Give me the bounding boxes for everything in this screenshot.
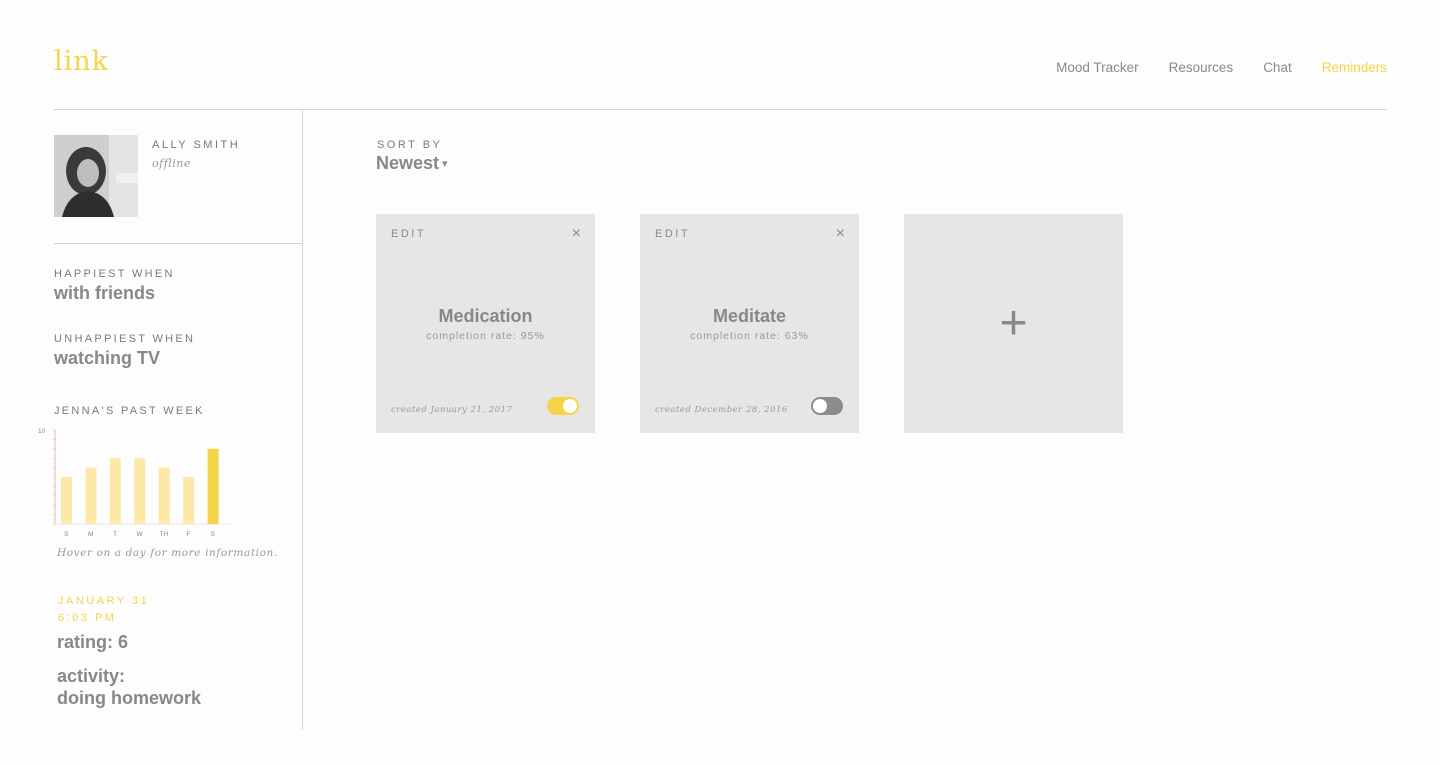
plus-icon: + [999, 297, 1028, 350]
sort-value: Newest [376, 153, 440, 173]
profile-divider [54, 243, 303, 244]
sort-label: SORT BY [377, 139, 443, 151]
nav-chat[interactable]: Chat [1263, 60, 1292, 75]
add-reminder-button[interactable]: + [904, 214, 1123, 433]
chart-bar[interactable] [109, 458, 121, 524]
chart-bar[interactable] [183, 477, 195, 524]
created-date: created January 21, 2017 [391, 405, 513, 415]
completion-rate: completion rate: 63% [690, 330, 809, 342]
sort-dropdown[interactable]: Newest ▾ [376, 153, 448, 174]
reminder-title: Meditate [712, 306, 786, 326]
user-name: ALLY SMITH [152, 139, 241, 151]
detail-rating: rating: 6 [57, 632, 129, 652]
detail-date: JANUARY 31 [58, 595, 150, 607]
close-icon[interactable]: × [836, 225, 845, 243]
chart-bar[interactable] [207, 448, 219, 524]
reminder-card: EDIT × Meditate completion rate: 63% cre… [640, 214, 859, 433]
chart-x-tick-label: F [186, 531, 190, 538]
chart-x-tick-label: S [211, 531, 216, 538]
chart-bar[interactable] [158, 467, 170, 524]
avatar [54, 135, 138, 217]
reminder-title: Medication [438, 306, 533, 326]
nav-reminders[interactable]: Reminders [1322, 60, 1387, 75]
chart-bar[interactable] [85, 467, 97, 524]
chart-x-tick-label: S [64, 531, 69, 538]
detail-datetime: JANUARY 31 6:03 PM [58, 593, 149, 627]
chart-hint: Hover on a day for more information. [57, 547, 278, 559]
reminder-toggle[interactable] [547, 397, 579, 415]
chart-bar[interactable] [61, 477, 72, 524]
user-status: offline [152, 157, 191, 170]
toggle-knob [563, 399, 577, 413]
chart-x-tick-label: T [113, 531, 117, 538]
toggle-knob [813, 399, 827, 413]
unhappiest-label: UNHAPPIEST WHEN [54, 333, 196, 345]
week-mood-chart: 10 S M T W TH F S [38, 428, 231, 538]
nav-resources[interactable]: Resources [1169, 60, 1234, 75]
main-nav: Mood Tracker Resources Chat Reminders [1056, 60, 1387, 75]
detail-activity-value: doing homework [57, 688, 201, 708]
edit-button[interactable]: EDIT [391, 228, 426, 240]
chart-bar[interactable] [134, 458, 146, 524]
close-icon[interactable]: × [572, 225, 581, 243]
nav-mood-tracker[interactable]: Mood Tracker [1056, 60, 1139, 75]
reminder-toggle[interactable] [811, 397, 843, 415]
week-chart-title: JENNA'S PAST WEEK [54, 405, 205, 417]
happiest-value: with friends [54, 283, 156, 303]
reminder-card: EDIT × Medication completion rate: 95% c… [376, 214, 595, 433]
edit-button[interactable]: EDIT [655, 228, 690, 240]
header-divider [54, 109, 1387, 110]
unhappiest-value: watching TV [54, 348, 161, 368]
created-date: created December 28, 2016 [655, 405, 788, 415]
chart-x-tick-label: TH [159, 531, 169, 538]
detail-activity: activity: doing homework [57, 665, 201, 709]
happiest-label: HAPPIEST WHEN [54, 268, 175, 280]
chart-x-tick-label: M [88, 531, 94, 538]
app-logo[interactable]: link [54, 46, 109, 77]
chart-y-tick-label: 10 [38, 428, 46, 435]
detail-time: 6:03 PM [58, 612, 117, 624]
chevron-down-icon: ▾ [442, 158, 448, 170]
detail-activity-label: activity: [57, 666, 126, 686]
completion-rate: completion rate: 95% [426, 330, 545, 342]
sidebar-divider [302, 110, 303, 730]
chart-x-tick-label: W [136, 531, 143, 538]
